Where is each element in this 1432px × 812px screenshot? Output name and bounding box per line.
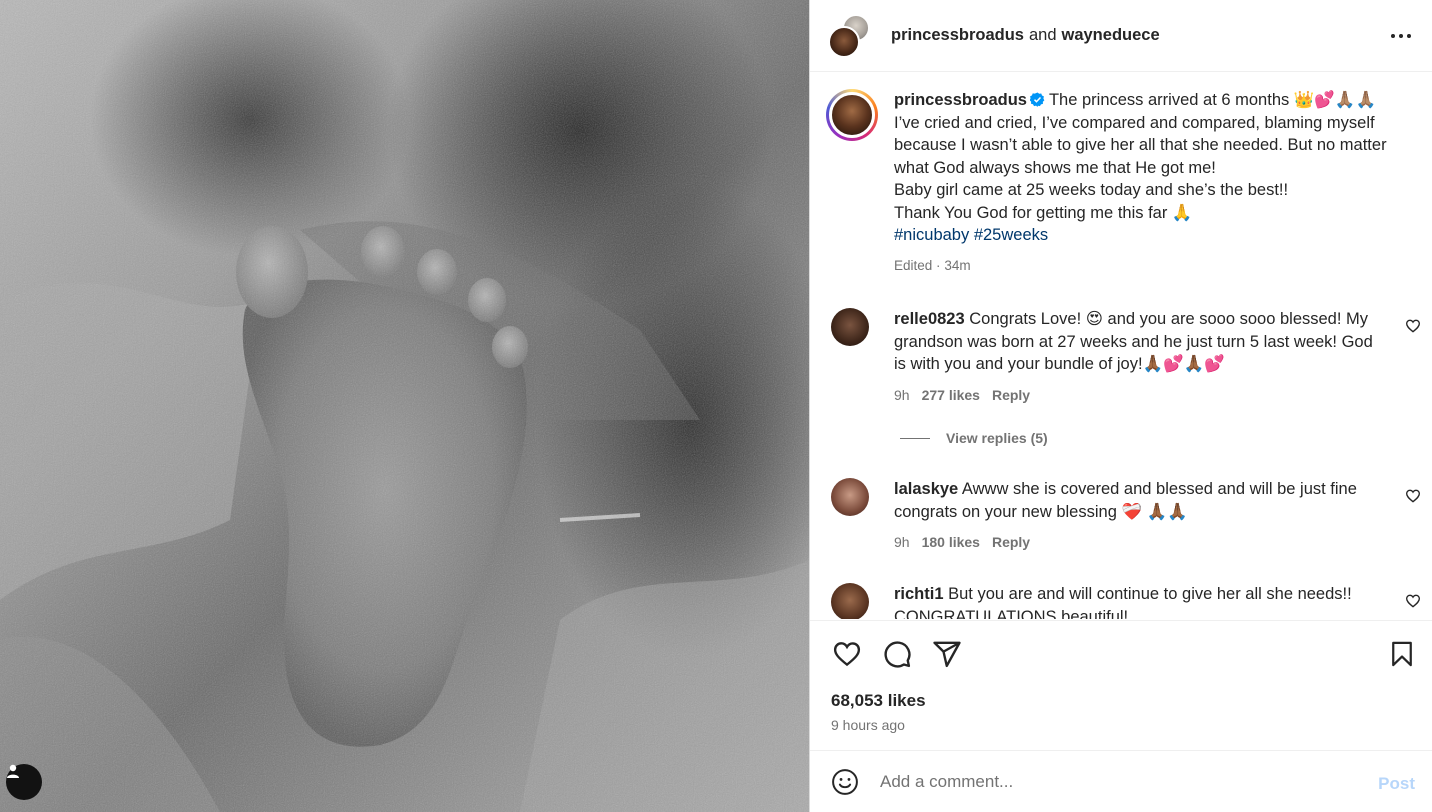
comment-text: But you are and will continue to give he…	[894, 585, 1352, 619]
view-replies-button[interactable]: View replies (5)	[900, 430, 1048, 446]
post-image[interactable]	[0, 0, 809, 812]
action-buttons	[830, 637, 964, 671]
comment-avatar[interactable]	[831, 308, 869, 346]
comment-meta: 9h 180 likes Reply	[894, 531, 1374, 554]
post-details-panel: princessbroadus and wayneduece princessb…	[809, 0, 1432, 812]
caption-age[interactable]: 34m	[944, 258, 970, 273]
author-link[interactable]: princessbroadus	[891, 26, 1024, 45]
comment-body: relle0823 Congrats Love! 😍 and you are s…	[894, 308, 1374, 406]
caption-avatar[interactable]	[826, 89, 878, 141]
comment-item: lalaskye Awww she is covered and blessed…	[831, 478, 1421, 554]
comment-avatar[interactable]	[831, 583, 869, 619]
reply-button[interactable]: Reply	[992, 384, 1030, 407]
comment-text: Congrats Love! 😍 and you are sooo sooo b…	[894, 310, 1373, 373]
post-authors: princessbroadus and wayneduece	[891, 26, 1160, 45]
view-replies-label: View replies (5)	[946, 430, 1048, 446]
send-icon	[933, 641, 961, 668]
replies-line	[900, 437, 930, 439]
post-modal: princessbroadus and wayneduece princessb…	[0, 0, 1432, 812]
post-caption: princessbroadus The princess arrived at 6…	[826, 89, 1406, 277]
caption-line-2: I’ve cried and cried, I’ve compared and …	[894, 113, 1387, 177]
caption-username[interactable]: princessbroadus	[894, 91, 1027, 109]
share-button[interactable]	[930, 637, 964, 671]
comments-scroll-area[interactable]: princessbroadus The princess arrived at 6…	[810, 73, 1432, 619]
more-options-button[interactable]	[1389, 24, 1413, 48]
comment-likes[interactable]: 180 likes	[922, 531, 980, 554]
likes-count[interactable]: 68,053 likes	[831, 691, 926, 711]
comment-like-icon[interactable]	[1405, 488, 1421, 504]
comment-input[interactable]	[880, 771, 1340, 792]
verified-badge-icon	[1029, 92, 1045, 107]
hashtag-25weeks[interactable]: #25weeks	[974, 226, 1048, 244]
comment-meta: 9h 277 likes Reply	[894, 384, 1374, 407]
save-button[interactable]	[1385, 637, 1419, 671]
comment-button[interactable]	[880, 637, 914, 671]
post-actions: 68,053 likes 9 hours ago	[810, 620, 1432, 750]
caption-body: princessbroadus The princess arrived at 6…	[894, 89, 1394, 277]
hashtag-nicubaby[interactable]: #nicubaby	[894, 226, 969, 244]
comment-username[interactable]: lalaskye	[894, 480, 958, 498]
comment-text: Awww she is covered and blessed and will…	[894, 480, 1357, 521]
comment-body: lalaskye Awww she is covered and blessed…	[894, 478, 1374, 554]
comment-item: richti1 But you are and will continue to…	[831, 583, 1421, 619]
caption-line-3: Baby girl came at 25 weeks today and she…	[894, 181, 1289, 199]
comment-time[interactable]: 9h	[894, 384, 910, 407]
caption-meta: Edited · 34m	[894, 255, 1394, 278]
emoji-button[interactable]	[830, 767, 860, 797]
like-button[interactable]	[830, 637, 864, 671]
post-time[interactable]: 9 hours ago	[831, 717, 905, 733]
meta-dot: ·	[936, 257, 941, 273]
edited-label: Edited	[894, 257, 933, 273]
comment-item: relle0823 Congrats Love! 😍 and you are s…	[831, 308, 1421, 406]
tagged-user-button[interactable]	[6, 764, 42, 800]
add-comment-bar: Post	[810, 750, 1432, 812]
comment-username[interactable]: richti1	[894, 585, 944, 603]
comment-like-icon[interactable]	[1405, 318, 1421, 334]
post-header: princessbroadus and wayneduece	[810, 0, 1432, 72]
comment-like-icon[interactable]	[1405, 593, 1421, 609]
baby-foot-photo	[0, 0, 809, 812]
caption-line-1: The princess arrived at 6 months 👑💕🙏🏽🙏🏽	[1048, 91, 1377, 109]
collab-avatars[interactable]	[828, 13, 872, 58]
authors-joiner: and	[1028, 26, 1057, 44]
comment-icon	[884, 641, 911, 668]
caption-line-4: Thank You God for getting me this far 🙏	[894, 203, 1193, 222]
comment-username[interactable]: relle0823	[894, 310, 965, 328]
heart-icon	[833, 642, 861, 667]
comment-avatar[interactable]	[831, 478, 869, 516]
post-comment-button[interactable]: Post	[1378, 774, 1415, 794]
bookmark-icon	[1392, 641, 1412, 667]
comment-time[interactable]: 9h	[894, 531, 910, 554]
collaborator-link[interactable]: wayneduece	[1062, 26, 1160, 45]
user-icon	[7, 764, 19, 778]
comment-body: richti1 But you are and will continue to…	[894, 583, 1374, 619]
more-icon	[1391, 34, 1411, 38]
reply-button[interactable]: Reply	[992, 531, 1030, 554]
comment-likes[interactable]: 277 likes	[922, 384, 980, 407]
emoji-icon	[832, 768, 858, 795]
avatar-princessbroadus[interactable]	[828, 25, 860, 58]
